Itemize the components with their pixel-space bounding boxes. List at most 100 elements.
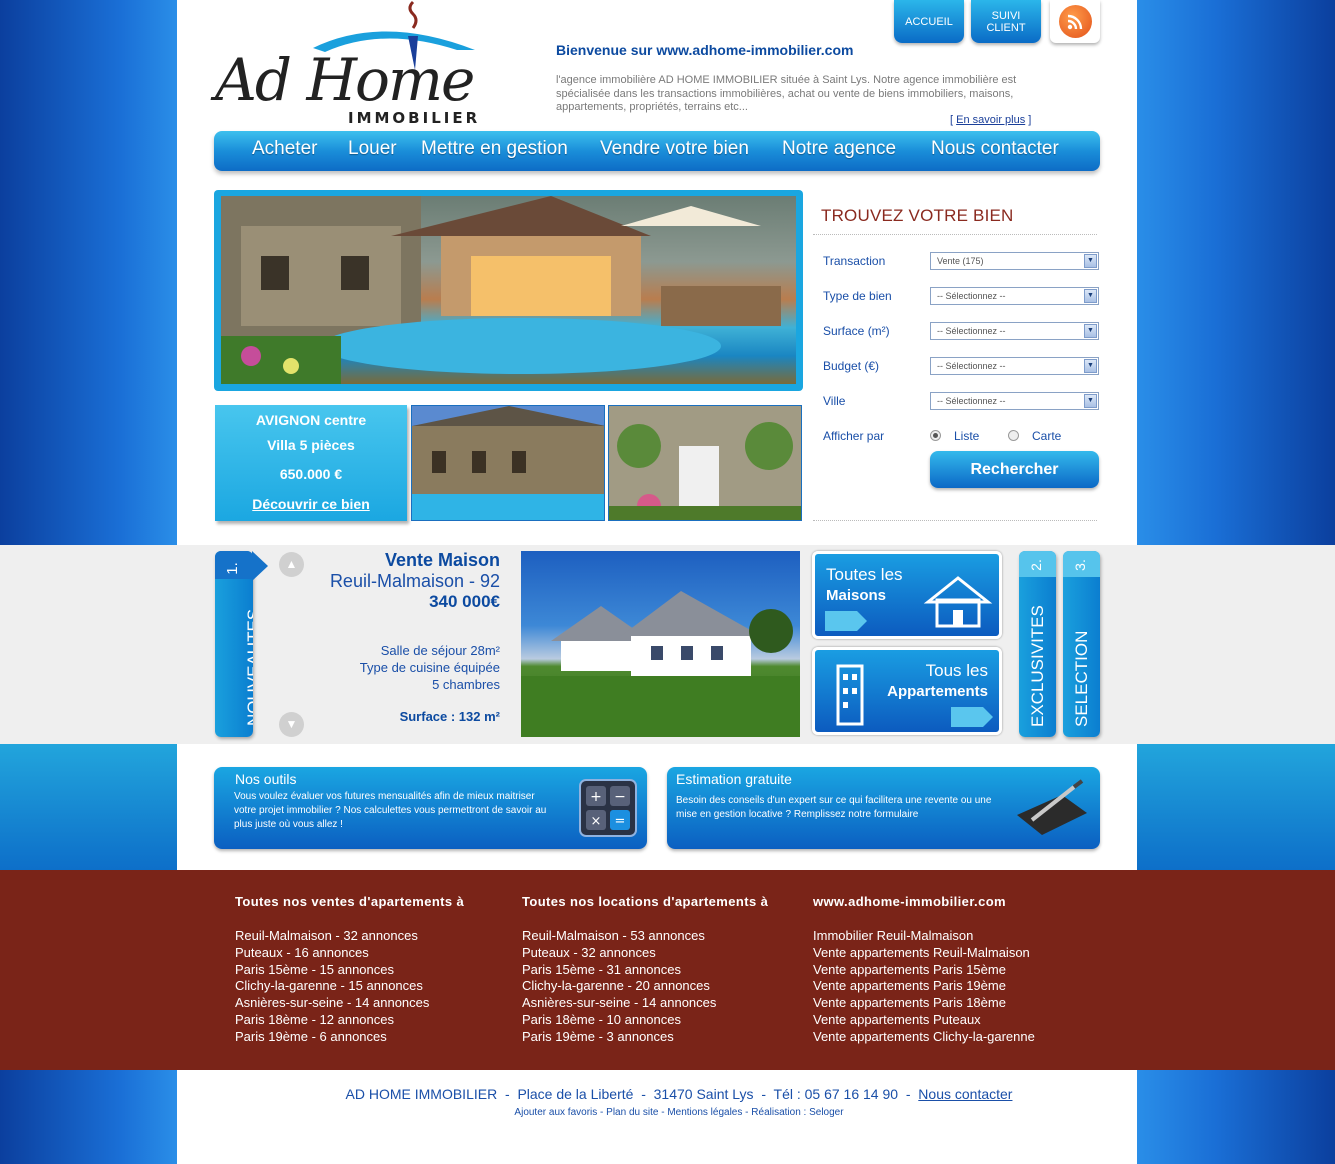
listing-title[interactable]: Vente Maison (290, 550, 500, 571)
listing-feature: Salle de séjour 28m² (380, 643, 500, 658)
listing-price: 340 000€ (429, 592, 500, 611)
thumbnail-1[interactable] (411, 405, 605, 521)
svg-text:=: = (615, 814, 626, 829)
chevron-down-icon: ▼ (1084, 324, 1097, 338)
footer-link-favorites[interactable]: Ajouter aux favoris (514, 1107, 597, 1118)
thumbnail-2[interactable] (608, 405, 802, 521)
welcome-text: l'agence immobilière AD HOME IMMOBILIER … (556, 74, 1017, 113)
all-apartments-card[interactable]: Tous les Appartements (812, 647, 1002, 735)
rss-button[interactable] (1050, 0, 1100, 43)
footer-contact-link[interactable]: Nous contacter (918, 1086, 1012, 1102)
nav-vendre[interactable]: Vendre votre bien (600, 138, 749, 160)
learn-more: [ En savoir plus ] (950, 114, 1032, 126)
footer-links: Ajouter aux favoris - Plan du site - Men… (514, 1107, 844, 1118)
footer-link-credit[interactable]: Réalisation : Seloger (751, 1107, 843, 1118)
tab-nouveautes[interactable]: 1. NOUVEAUTES (215, 551, 253, 737)
tools-box[interactable]: Nos outils Vous voulez évaluer vos futur… (214, 767, 647, 849)
chevron-down-icon: ▼ (1084, 289, 1097, 303)
tab-exclusivites[interactable]: 2. EXCLUSIVITES (1019, 551, 1056, 737)
estimation-box[interactable]: Estimation gratuite Besoin des conseils … (667, 767, 1100, 849)
all-houses-card[interactable]: Toutes les Maisons (812, 551, 1002, 639)
list-item[interactable]: Asnières-sur-seine - 14 annonces (522, 995, 716, 1012)
logo-name: Ad Home (215, 46, 475, 114)
col-list-rentals: Reuil-Malmaison - 53 annonces Puteaux - … (522, 928, 716, 1046)
promo-link[interactable]: Découvrir ce bien (215, 496, 407, 512)
list-item[interactable]: Paris 19ème - 3 annonces (522, 1029, 716, 1046)
list-item[interactable]: Paris 18ème - 10 annonces (522, 1012, 716, 1029)
budget-select[interactable]: -- Sélectionnez -- ▼ (930, 357, 1099, 375)
type-select[interactable]: -- Sélectionnez -- ▼ (930, 287, 1099, 305)
listing-surface: Surface : 132 m² (399, 709, 500, 724)
search-title: TROUVEZ VOTRE BIEN (821, 206, 1014, 225)
list-item[interactable]: Clichy-la-garenne - 20 annonces (522, 978, 716, 995)
list-item[interactable]: Clichy-la-garenne - 15 annonces (235, 978, 429, 995)
footer-address: AD HOME IMMOBILIER - Place de la Liberté… (345, 1086, 1013, 1102)
listing-city: Reuil-Malmaison - 92 (329, 571, 500, 591)
nav-mettre-en-gestion[interactable]: Mettre en gestion (421, 138, 568, 160)
footer-link-sitemap[interactable]: Plan du site (606, 1107, 658, 1118)
promo-price: 650.000 € (279, 466, 343, 482)
nav-agence[interactable]: Notre agence (782, 138, 896, 160)
arrow-right-icon (825, 611, 867, 631)
list-item[interactable]: Puteaux - 32 annonces (522, 945, 716, 962)
col-list-sales: Reuil-Malmaison - 32 annonces Puteaux - … (235, 928, 429, 1046)
list-item[interactable]: Vente appartements Reuil-Malmaison (813, 945, 1035, 962)
col-list-site: Immobilier Reuil-Malmaison Vente apparte… (813, 928, 1035, 1046)
tab-number: 2. (1027, 559, 1044, 571)
chevron-down-icon: ▼ (1084, 359, 1097, 373)
listing-feature: 5 chambres (432, 677, 500, 692)
nav-contact[interactable]: Nous contacter (931, 138, 1059, 160)
learn-more-link[interactable]: En savoir plus (956, 114, 1025, 126)
list-item[interactable]: Paris 18ème - 12 annonces (235, 1012, 429, 1029)
list-item[interactable]: Puteaux - 16 annonces (235, 945, 429, 962)
list-item[interactable]: Vente appartements Clichy-la-garenne (813, 1029, 1035, 1046)
promo-card[interactable]: AVIGNON centre Villa 5 pièces 650.000 € … (215, 405, 407, 521)
list-item[interactable]: Paris 15ème - 15 annonces (235, 962, 429, 979)
listing-feature: Type de cuisine équipée (359, 660, 500, 675)
estimation-text: Besoin des conseils d'un expert sur ce q… (676, 795, 992, 820)
nav-acheter[interactable]: Acheter (252, 138, 317, 160)
tools-title: Nos outils (235, 771, 297, 787)
main-nav: Acheter Louer Mettre en gestion Vendre v… (214, 131, 1100, 171)
list-item[interactable]: Asnières-sur-seine - 14 annonces (235, 995, 429, 1012)
hero-banner (214, 190, 803, 391)
radio-list-label: Liste (954, 429, 980, 443)
home-button[interactable]: ACCUEIL (894, 0, 964, 43)
footer-link-legal[interactable]: Mentions légales (667, 1107, 742, 1118)
list-item[interactable]: Vente appartements Puteaux (813, 1012, 1035, 1029)
tab-selection[interactable]: 3. SELECTION (1063, 551, 1100, 737)
logo-subtitle: IMMOBILIER (348, 109, 481, 127)
list-item[interactable]: Vente appartements Paris 19ème (813, 978, 1035, 995)
tab-number: 1. (223, 562, 241, 575)
list-item[interactable]: Paris 19ème - 6 annonces (235, 1029, 429, 1046)
calculator-icon: + − × = (579, 779, 637, 837)
hero-image[interactable] (221, 196, 796, 384)
list-item[interactable]: Vente appartements Paris 15ème (813, 962, 1035, 979)
list-item[interactable]: Reuil-Malmaison - 53 annonces (522, 928, 716, 945)
radio-map-label: Carte (1032, 429, 1062, 443)
chevron-down-icon: ▼ (1084, 394, 1097, 408)
list-item[interactable]: Reuil-Malmaison - 32 annonces (235, 928, 429, 945)
radio-list[interactable] (930, 430, 941, 441)
surface-select[interactable]: -- Sélectionnez -- ▼ (930, 322, 1099, 340)
svg-text:+: + (590, 789, 602, 805)
search-button[interactable]: Rechercher (930, 451, 1099, 488)
tools-text: Vous voulez évaluer vos futures mensuali… (234, 791, 547, 830)
field-label-surface: Surface (m²) (823, 324, 890, 338)
listing-photo[interactable] (521, 551, 800, 737)
list-item[interactable]: Vente appartements Paris 18ème (813, 995, 1035, 1012)
arrow-right-icon (951, 707, 993, 727)
tab-label: NOUVEAUTES (244, 608, 253, 726)
radio-map[interactable] (1008, 430, 1019, 441)
client-tracking-button[interactable]: SUIVI CLIENT (971, 0, 1041, 43)
col-title-sales: Toutes nos ventes d'apartements à (235, 894, 465, 909)
tab-number: 3. (1071, 559, 1088, 571)
building-icon (836, 664, 864, 726)
nav-louer[interactable]: Louer (348, 138, 397, 160)
transaction-select[interactable]: Vente (175) ▼ (930, 252, 1099, 270)
list-item[interactable]: Immobilier Reuil-Malmaison (813, 928, 1035, 945)
list-item[interactable]: Paris 15ème - 31 annonces (522, 962, 716, 979)
field-label-ville: Ville (823, 394, 846, 408)
ville-select[interactable]: -- Sélectionnez -- ▼ (930, 392, 1099, 410)
logo[interactable]: Ad Home IMMOBILIER (213, 0, 503, 128)
